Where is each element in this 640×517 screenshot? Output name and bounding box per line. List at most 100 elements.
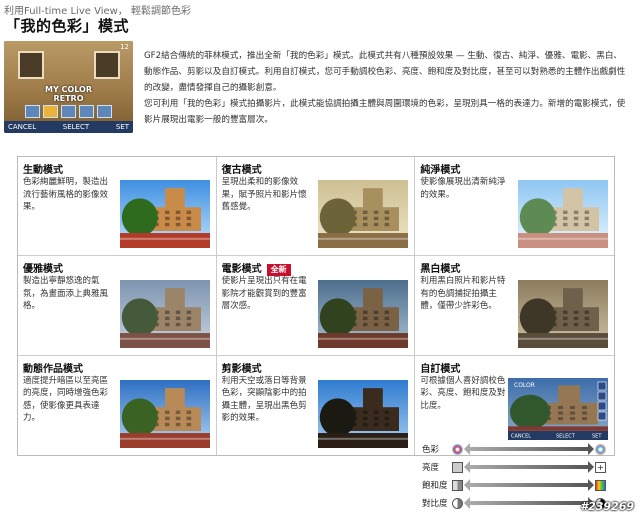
window-shape (584, 223, 590, 227)
half-circle-icon (452, 497, 463, 509)
tree-shape (519, 198, 556, 237)
window-shape (573, 310, 579, 314)
window-shape (563, 322, 568, 326)
custom-screen-image: COLOR CANCEL SELECT SET (508, 377, 608, 440)
adjustment-label: 亮度 (422, 463, 440, 473)
mode-icon (97, 105, 112, 118)
adjust-arrow (464, 461, 594, 473)
window-shape (563, 210, 568, 215)
window-shape (175, 316, 180, 320)
window-shape (186, 422, 191, 427)
mode-card-elegant: 優雅模式 製造出寧靜悠逸的氣氛，為畫面添上典雅風格。 (18, 256, 217, 356)
tree-shape (121, 398, 158, 437)
window-shape (384, 217, 390, 221)
mode-text: 色彩絢麗鮮明，製造出流行藝術風格的影像效果。 (23, 177, 109, 212)
window-shape (584, 322, 590, 326)
window-shape (374, 217, 379, 221)
window-shape (175, 210, 180, 215)
window-shape (186, 316, 191, 320)
mode-icon-strip (10, 105, 127, 118)
window-shape (175, 217, 180, 221)
window-shape (384, 316, 390, 320)
mode-card-dynamic: 動態作品模式 適度提升暗區以至亮區的亮度，同時增強色彩感，使影像更具表達力。 (18, 355, 217, 455)
ground-shape (518, 233, 608, 249)
mode-title: 復古模式 (221, 165, 262, 176)
ground-shape (318, 233, 409, 249)
ground-shape (119, 233, 210, 249)
mode-text: 製造出寧靜悠逸的氣氛，為畫面添上典雅風格。 (23, 276, 109, 312)
fence-shape (518, 337, 608, 340)
mode-card-mono: 黑白模式 利用黑白照片和影片特有的色調捕捉拍攝主體，僅帶少許彩色。 (415, 256, 614, 356)
window-shape (363, 316, 368, 320)
window-shape (363, 217, 368, 221)
window-shape (584, 210, 590, 215)
lcd-caption-line2: RETRO (53, 94, 84, 103)
mode-title: 純淨模式 (420, 165, 461, 176)
window-shape (584, 316, 590, 320)
mode-title: 優雅模式 (23, 264, 63, 276)
window-shape (584, 217, 590, 221)
mode-text: 呈現出柔和的影像效果，賦予照片和影片懷舊感覺。 (221, 177, 307, 212)
window-shape (175, 416, 180, 421)
tree-shape (519, 298, 556, 337)
window-shape (563, 310, 568, 314)
half-square-icon (452, 479, 463, 491)
fence-shape (318, 437, 409, 440)
window-shape (363, 410, 368, 414)
mode-text: 利用黑白照片和影片特有的色調捕捉拍攝主體，僅帶少許彩色。 (420, 276, 506, 312)
window-shape (164, 416, 170, 421)
mode-card-vivid: 生動模式 色彩絢麗鮮明，製造出流行藝術風格的影像效果。 (18, 157, 217, 257)
description-paragraph-1: GF2結合傳統的菲林模式，推出全新「我的色彩」模式。此模式共有八種預設效果 — … (144, 51, 626, 93)
fence-shape (318, 238, 409, 241)
mode-card-cinema: 電影模式 全新 使影片呈現出只有在電影院才能觀賞到的豐富層次感。 (216, 256, 416, 356)
window-shape (363, 416, 368, 421)
frame-number: 12 (120, 43, 129, 51)
set-label: SET (592, 433, 602, 439)
window-shape (384, 322, 390, 326)
adjustment-list: 色彩 亮度 + 飽和度 對比度 (418, 440, 606, 512)
mode-icon (25, 105, 40, 118)
window-shape (563, 223, 568, 227)
tree-shape (320, 298, 357, 337)
plus-icon: + (595, 461, 606, 473)
fence-shape (518, 238, 608, 241)
mode-title: 生動模式 (23, 165, 63, 176)
color-label: COLOR (514, 382, 535, 389)
window-shape (164, 422, 170, 427)
window-shape (573, 210, 579, 215)
window-shape (186, 217, 191, 221)
lcd-caption-line1: MY COLOR (45, 85, 92, 94)
fence-shape (318, 337, 409, 340)
lcd-bottom-bar: CANCEL SELECT SET (4, 121, 133, 133)
mode-text: 利用天空或落日等背景色彩，突顯陰影中的拍攝主體，呈現出黑色剪影的效果。 (221, 375, 307, 424)
mode-sample-image (318, 279, 409, 348)
window-shape (384, 223, 390, 227)
window-shape (573, 217, 579, 221)
rainbow-square-icon (595, 479, 606, 491)
window-shape (584, 310, 590, 314)
adjustment-label: 對比度 (422, 499, 448, 509)
mode-text: 可根據個人喜好調校色彩、亮度、飽和度及對比度。 (420, 375, 506, 411)
window-shape (384, 410, 390, 414)
mode-grid: 生動模式 色彩絢麗鮮明，製造出流行藝術風格的影像效果。 復古模式 呈現出柔和的影… (17, 156, 615, 456)
square-icon (452, 461, 463, 473)
adjustment-row: 對比度 (418, 494, 606, 512)
window-shape (175, 310, 180, 314)
window-shape (175, 410, 180, 414)
window-shape (573, 322, 579, 326)
color-wheel-icon (452, 443, 463, 455)
tree-shape (320, 398, 357, 437)
window-shape (164, 322, 170, 326)
window-shape (18, 51, 44, 79)
cancel-label: CANCEL (8, 123, 37, 131)
window-shape (374, 416, 379, 421)
window-shape (563, 217, 568, 221)
adjustment-label: 飽和度 (422, 481, 448, 491)
select-label: SELECT (62, 123, 90, 131)
window-shape (363, 422, 368, 427)
adjustment-label: 色彩 (422, 445, 440, 455)
mode-sample-image (518, 279, 608, 348)
window-shape (94, 51, 120, 79)
ground-shape (318, 433, 409, 448)
window-shape (363, 322, 368, 326)
